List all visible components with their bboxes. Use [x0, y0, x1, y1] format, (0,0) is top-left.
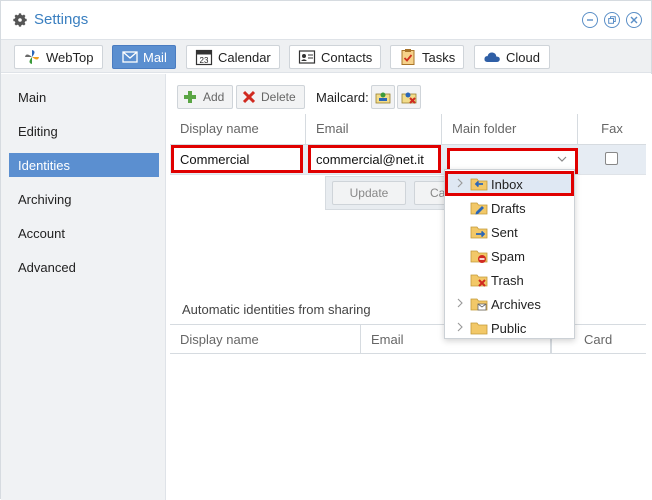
folder-item-label: Public — [491, 321, 527, 336]
tab-webtop[interactable]: WebTop — [14, 45, 103, 69]
column-auto-display-name[interactable]: Display name — [170, 325, 361, 354]
tab-calendar[interactable]: 23 Calendar — [186, 45, 280, 69]
mailcard-edit-icon — [375, 92, 391, 104]
folder-item-sent[interactable]: Sent — [445, 220, 574, 244]
expand-arrow-icon[interactable] — [456, 298, 464, 308]
tab-cloud[interactable]: Cloud — [474, 45, 550, 69]
plus-icon — [184, 91, 196, 103]
row-editor-toolbar: Update Ca — [325, 176, 455, 210]
tab-mail-label: Mail — [143, 50, 167, 65]
column-display-name[interactable]: Display name — [170, 114, 306, 144]
expand-arrow-icon[interactable] — [456, 322, 464, 332]
folder-item-public[interactable]: Public — [445, 316, 574, 340]
folder-item-spam[interactable]: Spam — [445, 244, 574, 268]
sent-folder-icon — [470, 226, 488, 239]
title-bar: Settings — [1, 1, 651, 39]
inbox-folder-icon — [470, 178, 488, 191]
envelope-icon — [122, 51, 138, 63]
tab-tasks[interactable]: Tasks — [390, 45, 464, 69]
mailcard-remove-icon — [401, 92, 417, 104]
mailcard-edit-button[interactable] — [371, 85, 395, 109]
restore-button[interactable] — [604, 12, 620, 28]
restore-icon — [608, 16, 616, 24]
add-button-label: Add — [203, 90, 225, 104]
folder-item-drafts[interactable]: Drafts — [445, 196, 574, 220]
sidebar-item-archiving[interactable]: Archiving — [9, 187, 159, 211]
calendar-day-number: 23 — [200, 56, 209, 65]
folder-item-label: Trash — [491, 273, 524, 288]
close-button[interactable] — [626, 12, 642, 28]
tab-contacts-label: Contacts — [321, 50, 373, 65]
contact-card-icon — [298, 50, 316, 64]
tab-contacts[interactable]: Contacts — [289, 45, 381, 69]
clipboard-check-icon — [401, 49, 415, 65]
tab-mail[interactable]: Mail — [112, 45, 176, 69]
sidebar-item-identities[interactable]: Identities — [9, 153, 159, 177]
folder-item-label: Drafts — [491, 201, 526, 216]
folder-dropdown-list: Inbox Drafts Sent Spam Trash Archives Pu… — [444, 169, 575, 339]
tab-webtop-label: WebTop — [46, 50, 94, 65]
update-button[interactable]: Update — [332, 181, 406, 205]
folder-item-label: Sent — [491, 225, 518, 240]
column-email[interactable]: Email — [306, 114, 442, 144]
settings-window: Settings WebTop Mail 23 Calendar Contact… — [0, 0, 652, 500]
fax-checkbox[interactable] — [605, 152, 618, 165]
drafts-folder-icon — [470, 202, 488, 215]
chevron-down-icon[interactable] — [557, 155, 567, 163]
tab-tasks-label: Tasks — [422, 50, 456, 65]
folder-item-archives[interactable]: Archives — [445, 292, 574, 316]
sidebar-item-main[interactable]: Main — [9, 85, 159, 109]
delete-x-icon — [242, 90, 256, 104]
sidebar-item-editing[interactable]: Editing — [9, 119, 159, 143]
folder-item-label: Spam — [491, 249, 525, 264]
sidebar-item-account[interactable]: Account — [9, 221, 159, 245]
sidebar-item-advanced[interactable]: Advanced — [9, 255, 159, 279]
tab-calendar-label: Calendar — [218, 50, 271, 65]
services-toolbar: WebTop Mail 23 Calendar Contacts Tasks C… — [1, 39, 651, 73]
mailcard-label: Mailcard: — [316, 90, 369, 105]
tab-cloud-label: Cloud — [506, 50, 540, 65]
folder-item-trash[interactable]: Trash — [445, 268, 574, 292]
add-button[interactable]: Add — [177, 85, 233, 109]
display-name-input[interactable]: Commercial — [171, 145, 303, 173]
minimize-button[interactable] — [582, 12, 598, 28]
folder-item-label: Inbox — [491, 177, 523, 192]
archives-folder-icon — [470, 298, 488, 311]
gear-icon — [13, 13, 27, 27]
window-title: Settings — [34, 11, 89, 28]
identities-grid-header: Display name Email Main folder Fax — [170, 114, 646, 145]
column-main-folder[interactable]: Main folder — [442, 114, 578, 144]
delete-button[interactable]: Delete — [236, 85, 305, 109]
trash-folder-icon — [470, 274, 488, 287]
email-input[interactable]: commercial@net.it — [308, 145, 441, 173]
webtop-pinwheel-icon — [25, 50, 39, 64]
minimize-icon — [587, 19, 593, 21]
delete-button-label: Delete — [261, 90, 296, 104]
cloud-icon — [484, 52, 500, 62]
expand-arrow-icon[interactable] — [456, 178, 464, 188]
column-fax[interactable]: Fax — [578, 114, 646, 144]
folder-item-inbox[interactable]: Inbox — [445, 171, 574, 196]
calendar-icon: 23 — [195, 49, 213, 66]
auto-identities-title: Automatic identities from sharing — [182, 302, 371, 317]
public-folder-icon — [470, 322, 488, 335]
mailcard-remove-button[interactable] — [397, 85, 421, 109]
folder-item-label: Archives — [491, 297, 541, 312]
spam-folder-icon — [470, 250, 488, 263]
close-icon — [630, 16, 638, 24]
